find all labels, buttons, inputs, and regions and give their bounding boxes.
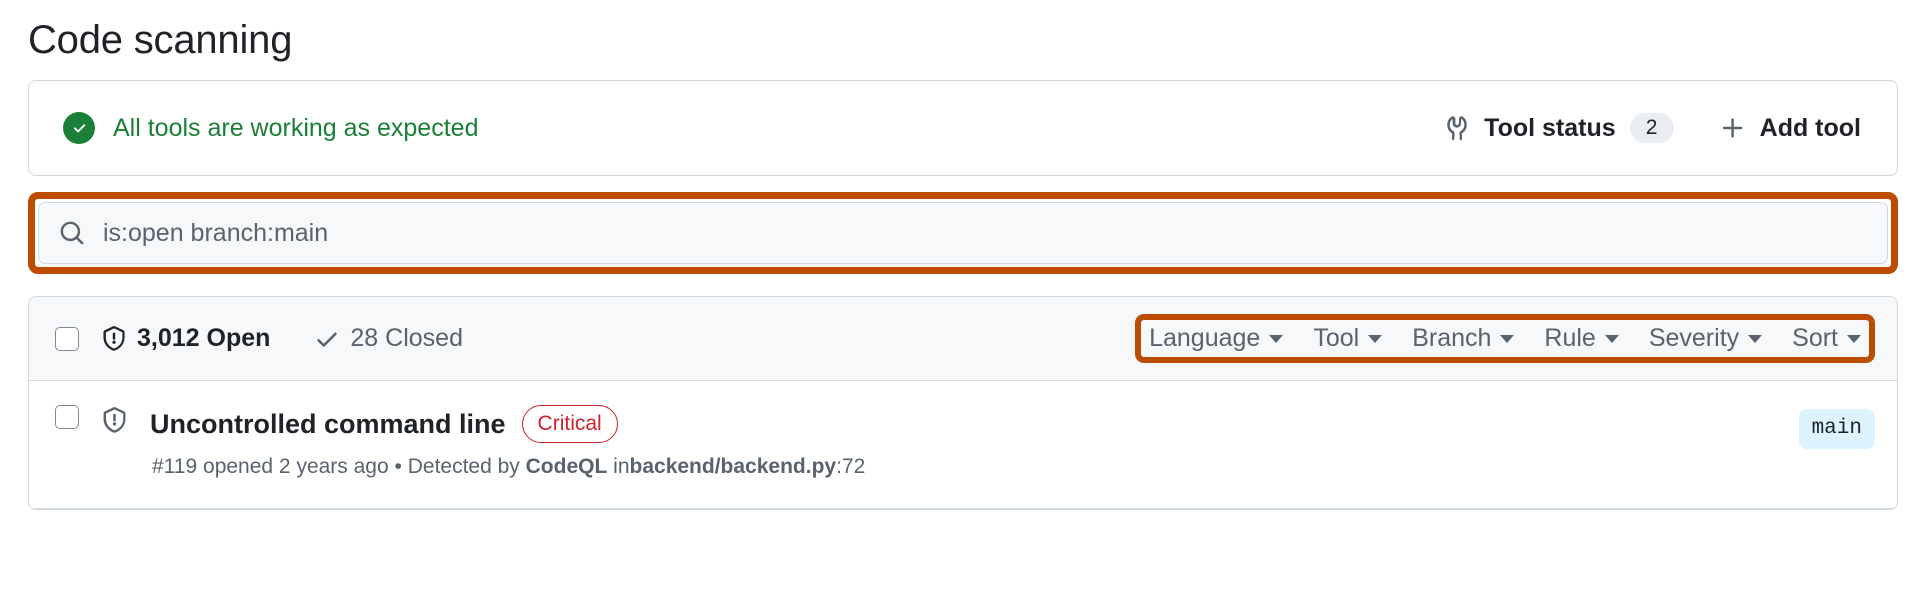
alerts-list-header: 3,012 Open 28 Closed Language Tool Branc… (29, 297, 1897, 381)
alert-number: #119 (152, 455, 198, 478)
check-icon (314, 326, 340, 352)
filter-tool-label: Tool (1313, 324, 1360, 352)
tool-status-label: Tool status (1484, 113, 1616, 142)
alert-metadata: #119 opened 2 years ago • Detected by Co… (150, 453, 865, 481)
chevron-down-icon (1847, 334, 1861, 343)
search-input[interactable]: is:open branch:main (38, 202, 1888, 264)
alert-file-path: backend/backend.py (629, 455, 837, 478)
closed-alerts-label: 28 Closed (350, 324, 463, 352)
tool-status-count: 2 (1629, 113, 1674, 143)
tool-status-button[interactable]: Tool status 2 (1444, 113, 1674, 143)
alert-item-body: Uncontrolled command line Critical #119 … (150, 405, 865, 481)
filter-severity-dropdown[interactable]: Severity (1648, 324, 1763, 353)
filter-branch-dropdown[interactable]: Branch (1412, 324, 1515, 353)
filter-language-label: Language (1149, 324, 1261, 352)
filter-severity-label: Severity (1648, 324, 1740, 352)
open-alerts-filter[interactable]: 3,012 Open (101, 324, 270, 353)
chevron-down-icon (1368, 334, 1383, 343)
search-icon (59, 220, 85, 246)
search-input-value: is:open branch:main (103, 220, 329, 246)
filter-branch-label: Branch (1412, 324, 1492, 352)
page-title: Code scanning (28, 18, 293, 62)
tools-wrench-icon (1444, 115, 1470, 141)
check-circle-fill-icon (63, 112, 95, 144)
add-tool-label: Add tool (1759, 113, 1861, 142)
alert-title-link[interactable]: Uncontrolled command line (150, 408, 506, 440)
chevron-down-icon (1604, 334, 1619, 343)
open-alerts-label: 3,012 Open (137, 324, 271, 352)
tool-status-message: All tools are working as expected (63, 112, 478, 144)
chevron-down-icon (1500, 334, 1515, 343)
detected-by-tool: CodeQL (525, 455, 608, 478)
tool-card-actions: Tool status 2 Add tool (1444, 113, 1861, 143)
filter-rule-dropdown[interactable]: Rule (1544, 324, 1619, 353)
alert-title-line: Uncontrolled command line Critical (150, 405, 865, 443)
filter-rule-label: Rule (1544, 324, 1596, 352)
tool-status-text: All tools are working as expected (113, 114, 479, 142)
chevron-down-icon (1269, 334, 1284, 343)
filter-sort-label: Sort (1792, 324, 1838, 352)
shield-exclamation-icon (101, 407, 128, 434)
detected-by-prefix: Detected by (407, 455, 520, 478)
filter-dropdowns: Language Tool Branch Rule Severity Sort (1149, 324, 1861, 353)
filters-highlight-box: Language Tool Branch Rule Severity Sort (1135, 314, 1875, 363)
filter-tool-dropdown[interactable]: Tool (1313, 324, 1383, 353)
search-highlight-box: is:open branch:main (28, 192, 1898, 274)
alert-item-main: Uncontrolled command line Critical #119 … (55, 405, 865, 481)
shield-exclamation-icon (101, 325, 127, 352)
alert-file-line: :72 (836, 455, 866, 478)
alert-row-checkbox[interactable] (55, 405, 79, 429)
meta-in-word: in (613, 455, 630, 478)
code-scanning-page: Code scanning All tools are working as e… (0, 0, 1926, 594)
filter-language-dropdown[interactable]: Language (1149, 324, 1284, 353)
select-all-checkbox[interactable] (55, 326, 79, 351)
severity-badge: Critical (521, 405, 618, 443)
alerts-state-filters: 3,012 Open 28 Closed (55, 324, 463, 353)
plus-icon (1720, 115, 1746, 141)
filter-sort-dropdown[interactable]: Sort (1792, 324, 1861, 353)
alerts-list-card: 3,012 Open 28 Closed Language Tool Branc… (28, 296, 1898, 510)
closed-alerts-filter[interactable]: 28 Closed (314, 324, 463, 353)
add-tool-button[interactable]: Add tool (1720, 114, 1861, 143)
alert-opened-time: opened 2 years ago (203, 455, 389, 478)
chevron-down-icon (1748, 334, 1763, 343)
branch-badge: main (1798, 409, 1875, 449)
meta-separator: • (394, 455, 402, 478)
alert-list-item: Uncontrolled command line Critical #119 … (29, 381, 1897, 509)
tool-status-card: All tools are working as expected Tool s… (28, 80, 1898, 176)
